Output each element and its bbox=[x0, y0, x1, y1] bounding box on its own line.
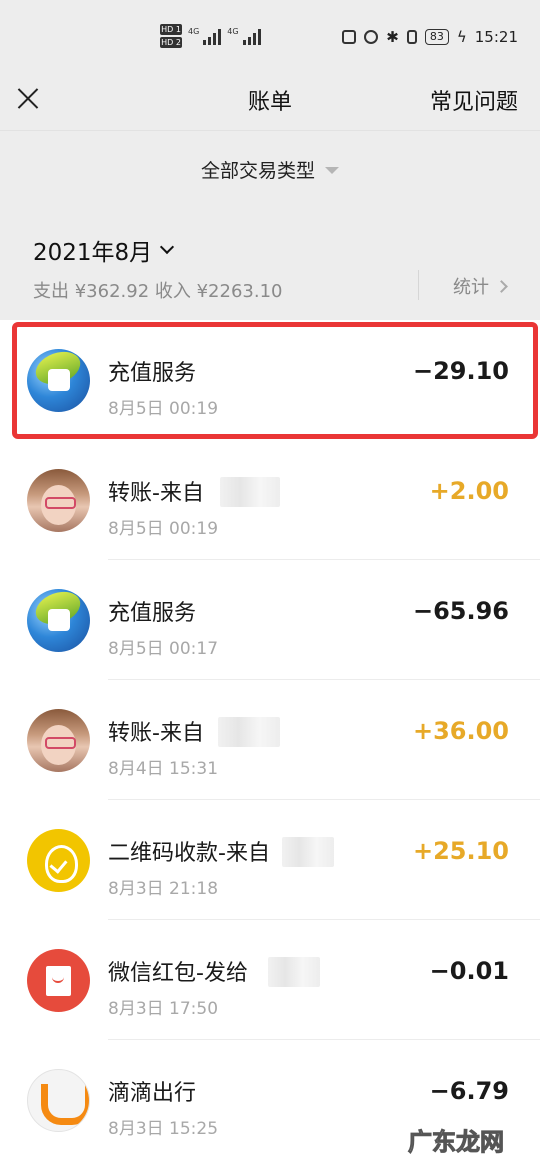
battery-icon: 83 bbox=[424, 29, 449, 45]
recharge-service-icon bbox=[27, 349, 90, 412]
alarm-icon bbox=[364, 30, 379, 44]
user-avatar bbox=[27, 709, 90, 772]
status-bar: HD 1 HD 2 4G 4G ✱ 83 ϟ 15:21 bbox=[0, 0, 540, 70]
transaction-row[interactable]: 转账-来自 8月5日 00:19 +2.00 bbox=[0, 440, 540, 560]
nav-bar: 账单 常见问题 bbox=[0, 70, 540, 130]
red-packet-icon bbox=[27, 949, 90, 1012]
signal-1-icon: 4G bbox=[188, 27, 222, 45]
transaction-amount: −29.10 bbox=[412, 357, 509, 385]
transaction-title: 滴滴出行 bbox=[108, 1081, 197, 1106]
transaction-row[interactable]: 二维码收款-来自 8月3日 21:18 +25.10 bbox=[0, 800, 540, 920]
nfc-icon bbox=[342, 30, 357, 44]
bluetooth-icon: ✱ bbox=[386, 28, 399, 46]
transaction-title: 充值服务 bbox=[108, 601, 197, 626]
hd-badges: HD 1 HD 2 bbox=[160, 24, 182, 48]
system-indicators: ✱ 83 ϟ 15:21 bbox=[342, 28, 518, 46]
caret-down-icon bbox=[325, 166, 339, 174]
divider bbox=[418, 270, 419, 300]
signal-2-icon: 4G bbox=[227, 27, 261, 45]
transaction-row[interactable]: 充值服务 8月5日 00:19 −29.10 bbox=[0, 320, 540, 440]
redacted-name bbox=[282, 837, 334, 867]
didi-icon bbox=[27, 1069, 90, 1132]
redacted-name bbox=[268, 957, 320, 987]
transaction-amount: +2.00 bbox=[429, 477, 509, 505]
transaction-time: 8月5日 00:19 bbox=[108, 399, 219, 419]
transaction-title: 转账-来自 bbox=[108, 481, 204, 506]
transaction-time: 8月5日 00:19 bbox=[108, 519, 219, 539]
vibrate-icon bbox=[406, 30, 417, 44]
transaction-time: 8月3日 21:18 bbox=[108, 879, 219, 899]
transaction-amount: +25.10 bbox=[412, 837, 509, 865]
network-1-label: 4G bbox=[188, 27, 200, 36]
month-label: 2021年8月 bbox=[33, 240, 153, 266]
transaction-time: 8月3日 15:25 bbox=[108, 1119, 219, 1139]
transaction-row[interactable]: 转账-来自 8月4日 15:31 +36.00 bbox=[0, 680, 540, 800]
transaction-title: 二维码收款-来自 bbox=[108, 841, 270, 866]
transaction-list: 充值服务 8月5日 00:19 −29.10 转账-来自 8月5日 00:19 … bbox=[0, 320, 540, 1160]
month-header: 2021年8月 支出 ¥362.92 收入 ¥2263.10 统计 bbox=[0, 207, 540, 320]
transaction-row[interactable]: 充值服务 8月5日 00:17 −65.96 bbox=[0, 560, 540, 680]
transaction-time: 8月3日 17:50 bbox=[108, 999, 219, 1019]
transaction-time: 8月4日 15:31 bbox=[108, 759, 219, 779]
stats-link[interactable]: 统计 bbox=[453, 273, 508, 299]
user-avatar bbox=[27, 469, 90, 532]
transaction-amount: −6.79 bbox=[429, 1077, 509, 1105]
transaction-row[interactable]: 微信红包-发给 8月3日 17:50 −0.01 bbox=[0, 920, 540, 1040]
transaction-title: 转账-来自 bbox=[108, 721, 204, 746]
transaction-time: 8月5日 00:17 bbox=[108, 639, 219, 659]
transaction-amount: +36.00 bbox=[412, 717, 509, 745]
transaction-amount: −65.96 bbox=[412, 597, 509, 625]
transaction-amount: −0.01 bbox=[429, 957, 509, 985]
clock: 15:21 bbox=[474, 28, 518, 46]
charging-icon: ϟ bbox=[456, 28, 467, 46]
transaction-title: 充值服务 bbox=[108, 361, 197, 386]
faq-link[interactable]: 常见问题 bbox=[430, 84, 518, 116]
qr-payment-icon bbox=[27, 829, 90, 892]
month-summary: 支出 ¥362.92 收入 ¥2263.10 bbox=[33, 281, 283, 302]
hd1-badge: HD 1 bbox=[160, 24, 182, 35]
transaction-type-filter[interactable]: 全部交易类型 bbox=[0, 130, 540, 207]
chevron-down-icon bbox=[160, 239, 175, 255]
stats-label: 统计 bbox=[453, 277, 489, 298]
transaction-title: 微信红包-发给 bbox=[108, 961, 248, 986]
redacted-name bbox=[218, 717, 280, 747]
filter-label: 全部交易类型 bbox=[200, 159, 315, 182]
redacted-name bbox=[220, 477, 280, 507]
hd2-badge: HD 2 bbox=[160, 37, 182, 48]
network-2-label: 4G bbox=[227, 27, 239, 36]
signal-indicators: HD 1 HD 2 4G 4G bbox=[160, 24, 261, 48]
recharge-service-icon bbox=[27, 589, 90, 652]
month-selector[interactable]: 2021年8月 bbox=[33, 233, 175, 267]
watermark: 广东龙网 bbox=[408, 1128, 505, 1157]
chevron-right-icon bbox=[495, 279, 508, 293]
